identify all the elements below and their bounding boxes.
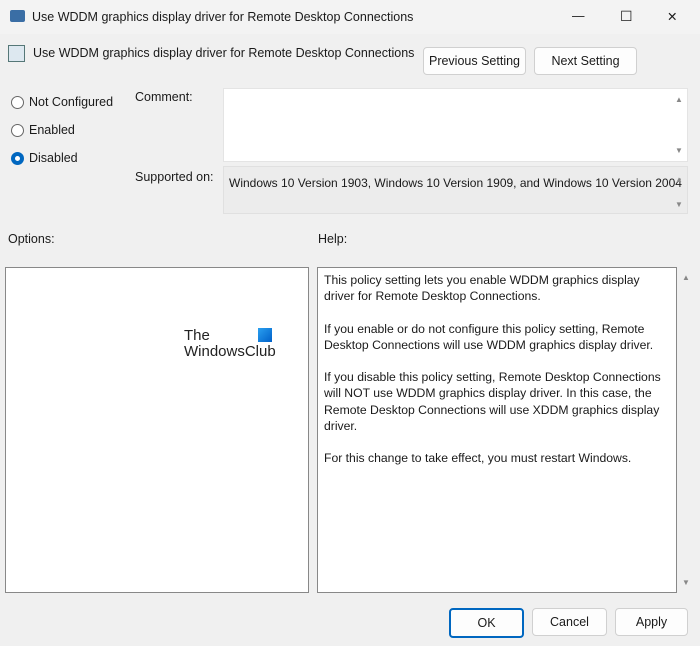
policy-icon (8, 45, 25, 62)
radio-label: Enabled (29, 123, 75, 137)
radio-label: Disabled (29, 151, 78, 165)
cancel-button[interactable]: Cancel (532, 608, 607, 636)
help-paragraph: For this change to take effect, you must… (324, 451, 632, 466)
radio-label: Not Configured (29, 95, 114, 109)
radio-icon (11, 95, 24, 109)
radio-disabled[interactable]: Disabled (11, 151, 78, 165)
radio-not-configured[interactable]: Not Configured (11, 95, 113, 109)
help-paragraph: If you disable this policy setting, Remo… (324, 370, 661, 434)
supported-text: Windows 10 Version 1903, Windows 10 Vers… (229, 176, 682, 190)
radio-icon (11, 123, 24, 137)
supported-label: Supported on: (135, 170, 214, 184)
supported-on-field: Windows 10 Version 1903, Windows 10 Vers… (223, 166, 688, 214)
maximize-button[interactable]: ☐ (620, 8, 633, 25)
radio-enabled[interactable]: Enabled (11, 123, 75, 137)
help-paragraph: This policy setting lets you enable WDDM… (324, 273, 640, 304)
help-scrollbar[interactable]: ▲ ▼ (678, 267, 694, 593)
watermark-logo: The WindowsClub (184, 327, 276, 360)
help-panel: This policy setting lets you enable WDDM… (317, 267, 677, 593)
apply-button[interactable]: Apply (615, 608, 688, 636)
help-label: Help: (318, 232, 348, 246)
scrollbar[interactable]: ▲ ▼ (671, 167, 687, 213)
options-label: Options: (8, 232, 55, 246)
next-setting-button[interactable]: Next Setting (534, 47, 637, 75)
comment-textarea[interactable]: ▲ ▼ (223, 88, 688, 162)
title-bar: Use WDDM graphics display driver for Rem… (0, 0, 700, 34)
minimize-button[interactable]: — (572, 9, 585, 23)
comment-label: Comment: (135, 90, 193, 104)
previous-setting-button[interactable]: Previous Setting (423, 47, 526, 75)
help-paragraph: If you enable or do not configure this p… (324, 321, 654, 352)
ok-button[interactable]: OK (449, 608, 524, 638)
options-panel: The WindowsClub (5, 267, 309, 593)
scrollbar[interactable]: ▲ ▼ (671, 89, 687, 161)
radio-selected-icon (11, 151, 24, 165)
close-button[interactable]: ✕ (667, 9, 677, 24)
window-title: Use WDDM graphics display driver for Rem… (32, 10, 414, 24)
setting-name: Use WDDM graphics display driver for Rem… (33, 46, 415, 60)
app-icon (10, 10, 25, 22)
